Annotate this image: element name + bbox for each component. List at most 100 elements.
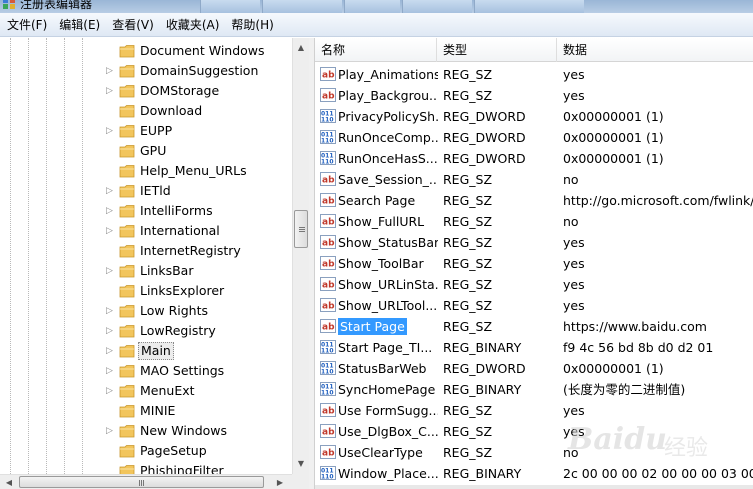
menu-edit[interactable]: 编辑(E): [53, 14, 106, 36]
list-row[interactable]: ab Show_URLTool... REG_SZ yes: [315, 295, 753, 316]
column-header-data[interactable]: 数据: [557, 38, 753, 62]
value-name: Use_DlgBox_C...: [338, 424, 438, 439]
title-glass-segment: [200, 0, 260, 13]
tree-item[interactable]: ▷ LowRegistry: [0, 321, 292, 341]
tree-item[interactable]: ▷ MAO Settings: [0, 361, 292, 381]
title-bar[interactable]: 注册表编辑器: [0, 0, 753, 13]
list-row[interactable]: ab Show_URLinSta... REG_SZ yes: [315, 274, 753, 295]
value-name: Play_Backgrou...: [338, 88, 438, 103]
tree-item[interactable]: ▷ LinksBar: [0, 261, 292, 281]
menu-file[interactable]: 文件(F): [0, 14, 53, 36]
tree-item[interactable]: PageSetup: [0, 441, 292, 461]
list-row[interactable]: ab Use_DlgBox_C... REG_SZ yes: [315, 421, 753, 442]
svg-text:110: 110: [321, 138, 334, 145]
tree-item[interactable]: LinksExplorer: [0, 281, 292, 301]
tree-item[interactable]: GPU: [0, 141, 292, 161]
value-type: REG_SZ: [443, 445, 493, 460]
tree-item-label: LinksBar: [140, 263, 194, 278]
list-row[interactable]: ab Start Page REG_SZ https://www.baidu.com: [315, 316, 753, 337]
folder-icon: [119, 424, 135, 438]
expand-arrow-icon[interactable]: ▷: [105, 426, 114, 436]
expand-arrow-icon[interactable]: ▷: [105, 126, 114, 136]
list-row[interactable]: 011 110 Window_Place... REG_BINARY 2c 00 00 …: [315, 463, 753, 484]
scroll-up-arrow-icon[interactable]: ▲: [293, 40, 309, 56]
value-data: yes: [563, 298, 585, 313]
menu-help[interactable]: 帮助(H): [225, 14, 279, 36]
column-header-type[interactable]: 类型: [437, 38, 557, 62]
list-row[interactable]: 011 110 RunOnceComp... REG_DWORD 0x00000001 …: [315, 127, 753, 148]
tree-item[interactable]: ▷ IntelliForms: [0, 201, 292, 221]
expand-arrow-icon[interactable]: ▷: [105, 206, 114, 216]
tree-item[interactable]: Download: [0, 101, 292, 121]
svg-text:110: 110: [321, 117, 334, 124]
list-header: 名称 类型 数据: [315, 38, 753, 62]
expand-arrow-icon[interactable]: ▷: [105, 346, 114, 356]
list-row[interactable]: 011 110 Start Page_TI... REG_BINARY f9 4c 56…: [315, 337, 753, 358]
tree-item[interactable]: Document Windows: [0, 41, 292, 61]
list-row[interactable]: ab Show_FullURL REG_SZ no: [315, 211, 753, 232]
scroll-left-arrow-icon[interactable]: ◀: [1, 475, 17, 489]
tree-item-label: New Windows: [140, 423, 228, 438]
tree-item[interactable]: ▷ Main: [0, 341, 292, 361]
folder-icon: [119, 104, 135, 118]
value-name: StatusBarWeb: [338, 361, 427, 376]
scroll-thumb[interactable]: [19, 476, 264, 488]
value-data: https://www.baidu.com: [563, 319, 707, 334]
column-header-name[interactable]: 名称: [315, 38, 437, 62]
list-row[interactable]: ab Play_Animations REG_SZ yes: [315, 64, 753, 85]
value-list[interactable]: 名称 类型 数据 ab Play_Animations REG_SZ yes ab Pla…: [315, 38, 753, 489]
key-tree[interactable]: Document Windows ▷ DomainSuggestion ▷ DOMSto…: [0, 38, 309, 489]
value-name-cell: Start Page: [338, 316, 438, 337]
list-row[interactable]: 011 110 StatusBarWeb REG_DWORD 0x00000001 (1…: [315, 358, 753, 379]
expand-arrow-icon[interactable]: ▷: [105, 326, 114, 336]
tree-item[interactable]: ▷ DomainSuggestion: [0, 61, 292, 81]
menu-favorites[interactable]: 收藏夹(A): [160, 14, 226, 36]
scroll-thumb[interactable]: [294, 210, 308, 248]
tree-item[interactable]: ▷ New Windows: [0, 421, 292, 441]
scroll-right-arrow-icon[interactable]: ▶: [272, 475, 288, 489]
tree-vertical-scrollbar[interactable]: ▲ ▼: [292, 38, 309, 474]
value-name: Start Page: [338, 318, 407, 335]
value-data: 0x00000001 (1): [563, 130, 664, 145]
expand-arrow-icon[interactable]: ▷: [105, 366, 114, 376]
list-row[interactable]: 011 110 SyncHomePage REG_BINARY (长度为零的二进制值): [315, 379, 753, 400]
menu-view[interactable]: 查看(V): [106, 14, 160, 36]
tree-item[interactable]: ▷ MenuExt: [0, 381, 292, 401]
scroll-down-arrow-icon[interactable]: ▼: [293, 456, 309, 472]
tree-item[interactable]: MINIE: [0, 401, 292, 421]
value-name: RunOnceComp...: [338, 130, 438, 145]
tree-item[interactable]: Help_Menu_URLs: [0, 161, 292, 181]
tree-item-label: Main: [138, 342, 174, 360]
folder-icon: [119, 244, 135, 258]
list-row[interactable]: 011 110 PrivacyPolicySh... REG_DWORD 0x00000…: [315, 106, 753, 127]
expand-arrow-icon[interactable]: ▷: [105, 306, 114, 316]
tree-item[interactable]: InternetRegistry: [0, 241, 292, 261]
list-row[interactable]: ab Use FormSugg... REG_SZ yes: [315, 400, 753, 421]
expand-arrow-icon[interactable]: ▷: [105, 66, 114, 76]
svg-text:110: 110: [321, 474, 334, 481]
tree-item[interactable]: ▷ DOMStorage: [0, 81, 292, 101]
value-name: UseClearType: [338, 445, 423, 460]
value-type: REG_SZ: [443, 424, 493, 439]
list-row[interactable]: ab Show_ToolBar REG_SZ yes: [315, 253, 753, 274]
list-row[interactable]: ab Show_StatusBar REG_SZ yes: [315, 232, 753, 253]
tree-item[interactable]: ▷ IETld: [0, 181, 292, 201]
list-row[interactable]: ab Play_Backgrou... REG_SZ yes: [315, 85, 753, 106]
tree-item[interactable]: ▷ International: [0, 221, 292, 241]
value-name: SyncHomePage: [338, 382, 436, 397]
value-type: REG_SZ: [443, 235, 493, 250]
expand-arrow-icon[interactable]: ▷: [105, 266, 114, 276]
tree-item[interactable]: ▷ Low Rights: [0, 301, 292, 321]
list-row[interactable]: ab Save_Session_... REG_SZ no: [315, 169, 753, 190]
tree-item[interactable]: ▷ EUPP: [0, 121, 292, 141]
expand-arrow-icon[interactable]: ▷: [105, 226, 114, 236]
expand-arrow-icon[interactable]: ▷: [105, 86, 114, 96]
tree-horizontal-scrollbar[interactable]: ◀ ▶: [0, 474, 292, 489]
list-horizontal-scrollbar[interactable]: [315, 485, 753, 489]
folder-icon: [119, 224, 135, 238]
expand-arrow-icon[interactable]: ▷: [105, 386, 114, 396]
list-row[interactable]: ab UseClearType REG_SZ no: [315, 442, 753, 463]
list-row[interactable]: 011 110 RunOnceHasS... REG_DWORD 0x00000001 …: [315, 148, 753, 169]
expand-arrow-icon[interactable]: ▷: [105, 186, 114, 196]
list-row[interactable]: ab Search Page REG_SZ http://go.microsoft.c…: [315, 190, 753, 211]
